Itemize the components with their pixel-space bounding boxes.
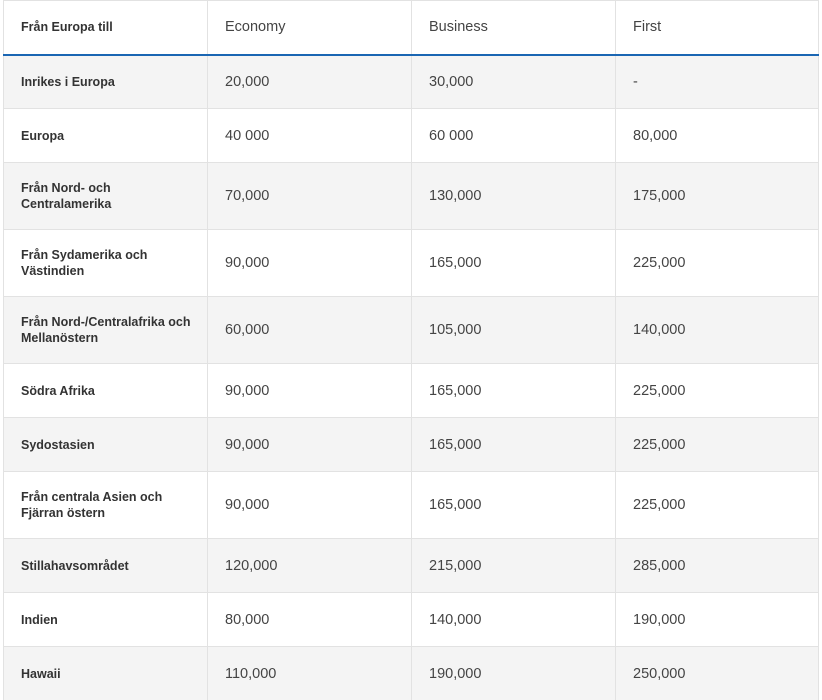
economy-cell: 20,000 <box>207 54 412 109</box>
first-cell: 140,000 <box>615 296 819 364</box>
business-cell: 215,000 <box>411 538 616 593</box>
first-cell: 225,000 <box>615 229 819 297</box>
business-cell: 165,000 <box>411 471 616 539</box>
table-row: Sydostasien 90,000 165,000 225,000 <box>3 417 819 472</box>
table-row: Från Nord-/Centralafrika och Mellanöster… <box>3 296 819 364</box>
business-cell: 30,000 <box>411 54 616 109</box>
economy-cell: 90,000 <box>207 229 412 297</box>
first-cell: 190,000 <box>615 592 819 647</box>
region-cell: Sydostasien <box>3 417 208 472</box>
economy-cell: 60,000 <box>207 296 412 364</box>
table-header-row: Från Europa till Economy Business First <box>3 0 819 56</box>
first-cell: 285,000 <box>615 538 819 593</box>
table-row: Södra Afrika 90,000 165,000 225,000 <box>3 363 819 418</box>
first-cell: - <box>615 54 819 109</box>
economy-cell: 80,000 <box>207 592 412 647</box>
table-row: Från Nord- och Centralamerika 70,000 130… <box>3 162 819 230</box>
business-cell: 105,000 <box>411 296 616 364</box>
first-cell: 80,000 <box>615 108 819 163</box>
business-cell: 60 000 <box>411 108 616 163</box>
business-cell: 130,000 <box>411 162 616 230</box>
header-economy: Economy <box>207 0 412 56</box>
economy-cell: 90,000 <box>207 471 412 539</box>
business-cell: 165,000 <box>411 229 616 297</box>
table-row: Hawaii 110,000 190,000 250,000 <box>3 646 819 700</box>
table-row: Stillahavsområdet 120,000 215,000 285,00… <box>3 538 819 593</box>
header-first: First <box>615 0 819 56</box>
region-cell: Europa <box>3 108 208 163</box>
business-cell: 165,000 <box>411 363 616 418</box>
table-row: Från centrala Asien och Fjärran östern 9… <box>3 471 819 539</box>
economy-cell: 90,000 <box>207 417 412 472</box>
first-cell: 225,000 <box>615 471 819 539</box>
table-row: Indien 80,000 140,000 190,000 <box>3 592 819 647</box>
table-row: Inrikes i Europa 20,000 30,000 - <box>3 54 819 109</box>
economy-cell: 110,000 <box>207 646 412 700</box>
region-cell: Indien <box>3 592 208 647</box>
first-cell: 175,000 <box>615 162 819 230</box>
header-region: Från Europa till <box>3 0 208 56</box>
region-cell: Från Sydamerika och Västindien <box>3 229 208 297</box>
region-cell: Från Nord-/Centralafrika och Mellanöster… <box>3 296 208 364</box>
region-cell: Från Nord- och Centralamerika <box>3 162 208 230</box>
award-chart-table: Från Europa till Economy Business First … <box>3 0 819 700</box>
business-cell: 190,000 <box>411 646 616 700</box>
economy-cell: 70,000 <box>207 162 412 230</box>
table-row: Europa 40 000 60 000 80,000 <box>3 108 819 163</box>
economy-cell: 40 000 <box>207 108 412 163</box>
economy-cell: 120,000 <box>207 538 412 593</box>
region-cell: Inrikes i Europa <box>3 54 208 109</box>
economy-cell: 90,000 <box>207 363 412 418</box>
first-cell: 225,000 <box>615 417 819 472</box>
business-cell: 165,000 <box>411 417 616 472</box>
region-cell: Från centrala Asien och Fjärran östern <box>3 471 208 539</box>
region-cell: Södra Afrika <box>3 363 208 418</box>
first-cell: 225,000 <box>615 363 819 418</box>
business-cell: 140,000 <box>411 592 616 647</box>
region-cell: Hawaii <box>3 646 208 700</box>
table-row: Från Sydamerika och Västindien 90,000 16… <box>3 229 819 297</box>
region-cell: Stillahavsområdet <box>3 538 208 593</box>
header-business: Business <box>411 0 616 56</box>
first-cell: 250,000 <box>615 646 819 700</box>
page: Från Europa till Economy Business First … <box>0 0 822 700</box>
